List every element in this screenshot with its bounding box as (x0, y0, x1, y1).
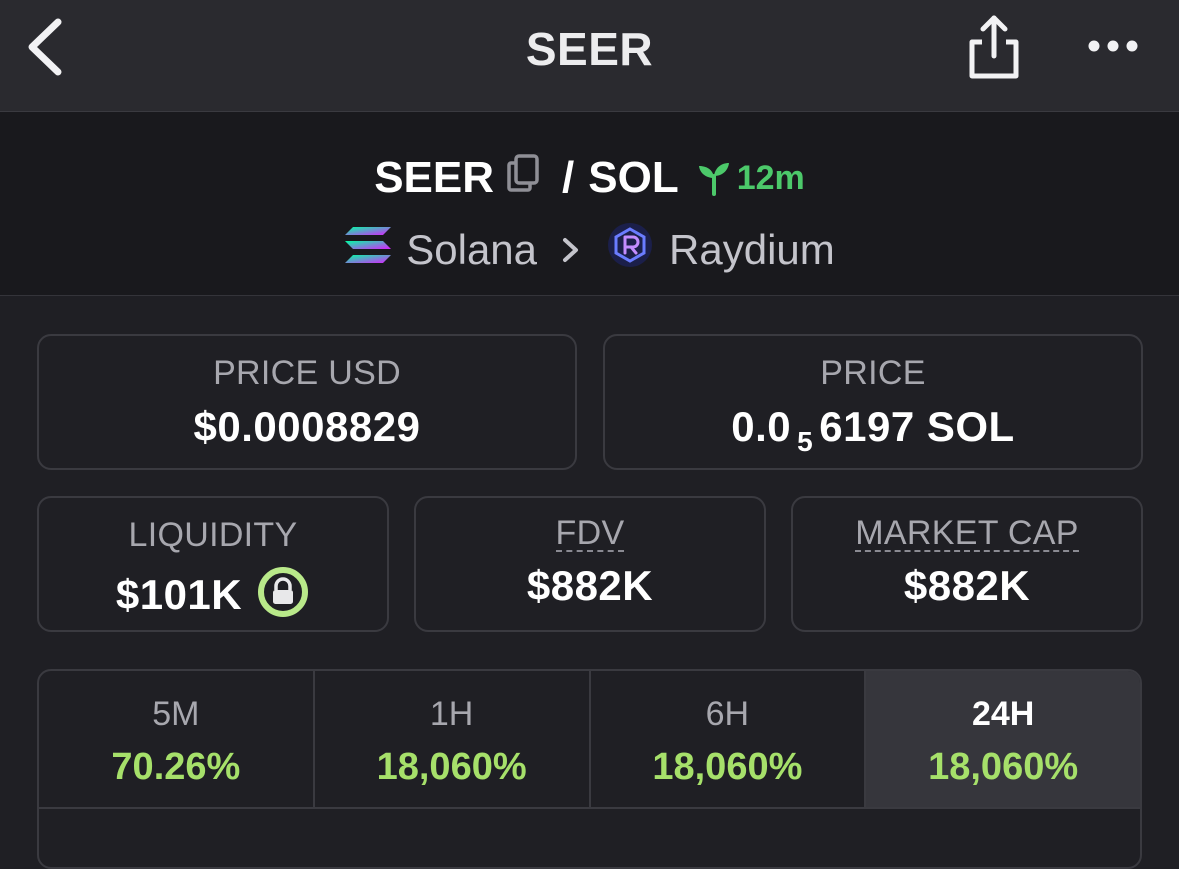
price-native-prefix: 0.0 (731, 403, 792, 450)
tab-5m[interactable]: 5M 70.26% (39, 671, 315, 807)
tab-change-value: 18,060% (928, 746, 1079, 788)
tab-label: 24H (971, 695, 1035, 733)
chain-name[interactable]: Solana (406, 226, 537, 274)
share-icon (969, 15, 1019, 79)
pair-separator: / (562, 153, 575, 202)
tab-label: 6H (705, 695, 750, 733)
more-button[interactable] (1084, 24, 1144, 68)
market-cap-value: $882K (903, 562, 1031, 609)
tab-6h[interactable]: 6H 18,060% (591, 671, 867, 807)
tab-label: 1H (429, 695, 474, 733)
raydium-logo-icon (607, 222, 653, 278)
fdv-value: $882K (526, 562, 654, 609)
market-cap-label[interactable]: MARKET CAP (855, 516, 1079, 552)
fdv-card: FDV $882K (414, 496, 766, 632)
liquidity-value: $101K (115, 570, 243, 618)
base-token: SEER (374, 153, 495, 202)
pair-header: SEER / SOL 12m Solana Raydium (0, 112, 1179, 296)
price-native-card: PRICE 0.0 5 6197 SOL (603, 334, 1143, 470)
price-native-zero-count: 5 (797, 426, 814, 457)
liquidity-label: LIQUIDITY (128, 516, 298, 554)
sprout-icon (698, 163, 729, 196)
price-usd-card: PRICE USD $0.0008829 (37, 334, 577, 470)
price-usd-value: $0.0008829 (193, 403, 421, 450)
liquidity-card: LIQUIDITY $101K (37, 496, 389, 632)
share-button[interactable] (964, 12, 1024, 82)
chain-breadcrumb: Solana Raydium (0, 210, 1179, 290)
solana-logo-icon (344, 225, 392, 275)
tab-change-value: 18,060% (652, 746, 803, 788)
pair-age: 12m (736, 158, 805, 197)
more-horizontal-icon (1088, 40, 1138, 52)
copy-icon[interactable] (506, 153, 540, 204)
tab-label: 5M (152, 695, 200, 733)
price-native-value: 0.0 5 6197 SOL (605, 403, 1141, 458)
price-usd-label: PRICE USD (213, 354, 401, 392)
price-change-panel: 5M 70.26% 1H 18,060% 6H 18,060% 24H 18,0… (37, 669, 1142, 869)
quote-token: SOL (588, 153, 679, 202)
tab-change-value: 70.26% (111, 746, 241, 788)
tab-24h[interactable]: 24H 18,060% (866, 671, 1140, 807)
price-native-suffix: 6197 SOL (819, 403, 1015, 450)
pair-age-badge: 12m (697, 159, 805, 198)
chevron-right-icon (561, 226, 581, 274)
tab-change-value: 18,060% (376, 746, 527, 788)
market-cap-card: MARKET CAP $882K (791, 496, 1143, 632)
pair-title: SEER / SOL 12m (0, 148, 1179, 208)
top-bar: SEER (0, 0, 1179, 112)
price-change-tabs: 5M 70.26% 1H 18,060% 6H 18,060% 24H 18,0… (39, 671, 1140, 809)
price-native-label: PRICE (820, 354, 926, 392)
dex-name[interactable]: Raydium (669, 226, 835, 274)
tab-1h[interactable]: 1H 18,060% (315, 671, 591, 807)
fdv-label[interactable]: FDV (555, 516, 625, 552)
lock-icon[interactable] (256, 565, 310, 624)
